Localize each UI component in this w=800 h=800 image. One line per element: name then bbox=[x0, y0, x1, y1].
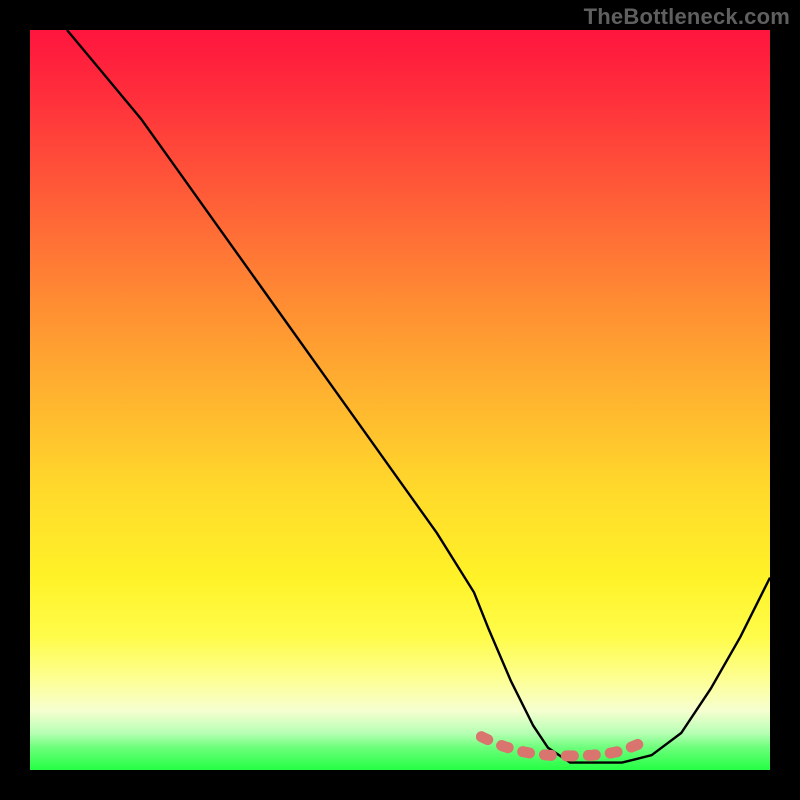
watermark-text: TheBottleneck.com bbox=[584, 4, 790, 30]
plot-area bbox=[30, 30, 770, 770]
curve-svg bbox=[30, 30, 770, 770]
highlight-band bbox=[481, 737, 644, 756]
chart-frame: TheBottleneck.com bbox=[0, 0, 800, 800]
bottleneck-curve bbox=[67, 30, 770, 763]
